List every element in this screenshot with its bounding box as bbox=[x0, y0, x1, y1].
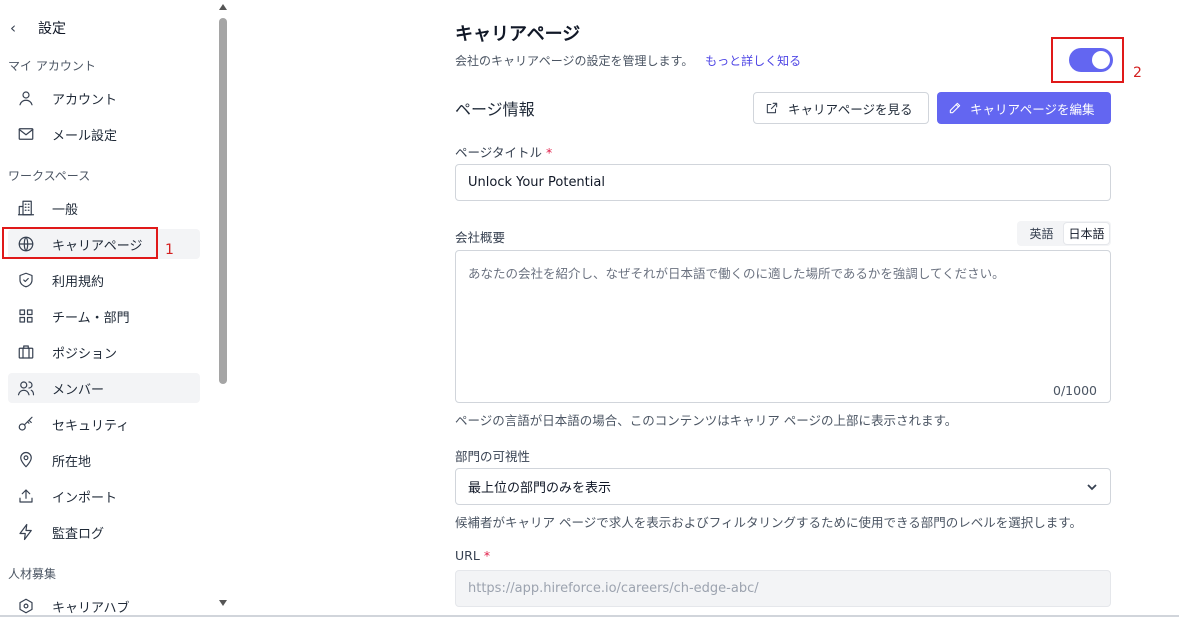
sidebar-item-label: メンバー bbox=[52, 382, 105, 398]
url-input[interactable]: https://app.hireforce.io/careers/ch-edge… bbox=[455, 570, 1111, 607]
map-pin-icon bbox=[16, 450, 36, 470]
page-title-input[interactable]: Unlock Your Potential bbox=[455, 164, 1111, 201]
required-mark: * bbox=[483, 548, 491, 563]
scrollbar-thumb[interactable] bbox=[219, 18, 227, 384]
annotation-box-2 bbox=[1051, 37, 1124, 83]
sidebar-item-security[interactable]: セキュリティ bbox=[8, 409, 200, 439]
edit-career-page-button[interactable]: キャリアページを編集 bbox=[937, 92, 1111, 124]
overview-placeholder: あなたの会社を紹介し、なぜそれが日本語で働くのに適した場所であるかを強調してくだ… bbox=[468, 266, 1005, 281]
description-text: 会社のキャリアページの設定を管理します。 bbox=[455, 54, 694, 68]
settings-title: 設定 bbox=[38, 21, 66, 37]
sidebar-item-positions[interactable]: ポジション bbox=[8, 337, 200, 367]
zap-icon bbox=[16, 522, 36, 542]
section-my-account: マイ アカウント bbox=[8, 59, 96, 73]
grid-icon bbox=[16, 306, 36, 326]
visibility-help-text: 候補者がキャリア ページで求人を表示およびフィルタリングするために使用できる部門… bbox=[455, 515, 1082, 530]
user-icon bbox=[16, 88, 36, 108]
sidebar-item-label: アカウント bbox=[52, 92, 118, 108]
sidebar-item-label: インポート bbox=[52, 490, 118, 506]
upload-icon bbox=[16, 486, 36, 506]
view-career-page-button[interactable]: キャリアページを見る bbox=[753, 92, 929, 124]
department-visibility-select[interactable]: 最上位の部門のみを表示 bbox=[455, 468, 1111, 505]
chevron-left-icon[interactable]: ‹ bbox=[10, 19, 28, 37]
section-recruiting: 人材募集 bbox=[8, 567, 57, 581]
sidebar-item-label: キャリアハブ bbox=[52, 600, 130, 616]
sidebar-item-label: セキュリティ bbox=[52, 418, 130, 434]
sidebar-item-label: 所在地 bbox=[52, 454, 92, 470]
sidebar-item-general[interactable]: 一般 bbox=[8, 193, 200, 223]
sidebar-item-email-settings[interactable]: メール設定 bbox=[8, 119, 200, 149]
overview-help-text: ページの言語が日本語の場合、このコンテンツはキャリア ページの上部に表示されます… bbox=[455, 413, 958, 428]
sidebar-item-label: 一般 bbox=[52, 202, 79, 218]
learn-more-link[interactable]: もっと詳しく知る bbox=[705, 54, 801, 68]
page-title: キャリアページ bbox=[455, 24, 581, 45]
character-count: 0/1000 bbox=[1053, 383, 1097, 398]
sidebar-item-label: チーム・部門 bbox=[52, 310, 130, 326]
sidebar-item-locations[interactable]: 所在地 bbox=[8, 445, 200, 475]
briefcase-icon bbox=[16, 342, 36, 362]
users-icon bbox=[16, 378, 36, 398]
visibility-selected-value: 最上位の部門のみを表示 bbox=[468, 481, 612, 496]
page-info-heading: ページ情報 bbox=[455, 100, 535, 119]
scroll-down-arrow-icon[interactable] bbox=[219, 600, 227, 606]
building-icon bbox=[16, 198, 36, 218]
visibility-label: 部門の可視性 bbox=[455, 449, 531, 464]
external-link-icon bbox=[766, 102, 778, 114]
chevron-down-icon bbox=[1086, 481, 1098, 493]
sidebar-item-label: ポジション bbox=[52, 346, 118, 362]
settings-header[interactable]: ‹ 設定 bbox=[10, 18, 66, 38]
company-overview-label: 会社概要 bbox=[455, 230, 506, 245]
key-icon bbox=[16, 414, 36, 434]
annotation-number-1: 1 bbox=[165, 242, 174, 258]
sidebar-item-account[interactable]: アカウント bbox=[8, 83, 200, 113]
page-title-label-text: ページタイトル bbox=[455, 145, 543, 160]
section-workspace: ワークスペース bbox=[8, 169, 91, 183]
url-label-text: URL bbox=[455, 548, 480, 563]
pencil-icon bbox=[949, 102, 961, 114]
scroll-up-arrow-icon[interactable] bbox=[219, 4, 227, 10]
sidebar-item-terms[interactable]: 利用規約 bbox=[8, 265, 200, 295]
sidebar-item-label: 利用規約 bbox=[52, 274, 105, 290]
shield-check-icon bbox=[16, 270, 36, 290]
sidebar: ‹ 設定 マイ アカウント アカウント メール設定 ワークスペース 一般 キャリ… bbox=[0, 0, 216, 617]
page-description: 会社のキャリアページの設定を管理します。 もっと詳しく知る bbox=[455, 52, 801, 69]
required-mark: * bbox=[546, 145, 553, 160]
sidebar-item-teams[interactable]: チーム・部門 bbox=[8, 301, 200, 331]
hub-icon bbox=[16, 596, 36, 616]
edit-career-page-label: キャリアページを編集 bbox=[970, 101, 1095, 117]
sidebar-item-audit-log[interactable]: 監査ログ bbox=[8, 517, 200, 547]
annotation-box-1 bbox=[2, 227, 158, 259]
view-career-page-label: キャリアページを見る bbox=[788, 101, 913, 117]
sidebar-item-label: メール設定 bbox=[52, 128, 118, 144]
url-label: URL * bbox=[455, 548, 490, 563]
tab-english[interactable]: 英語 bbox=[1019, 223, 1064, 244]
mail-icon bbox=[16, 124, 36, 144]
tab-japanese[interactable]: 日本語 bbox=[1064, 223, 1109, 244]
company-overview-textarea[interactable]: あなたの会社を紹介し、なぜそれが日本語で働くのに適した場所であるかを強調してくだ… bbox=[455, 250, 1111, 403]
sidebar-item-members[interactable]: メンバー bbox=[8, 373, 200, 403]
sidebar-item-import[interactable]: インポート bbox=[8, 481, 200, 511]
annotation-number-2: 2 bbox=[1133, 65, 1142, 81]
page-title-label: ページタイトル * bbox=[455, 142, 552, 161]
sidebar-item-career-hub[interactable]: キャリアハブ bbox=[8, 591, 200, 617]
language-tabs: 英語 日本語 bbox=[1017, 221, 1111, 246]
sidebar-item-label: 監査ログ bbox=[52, 526, 105, 542]
